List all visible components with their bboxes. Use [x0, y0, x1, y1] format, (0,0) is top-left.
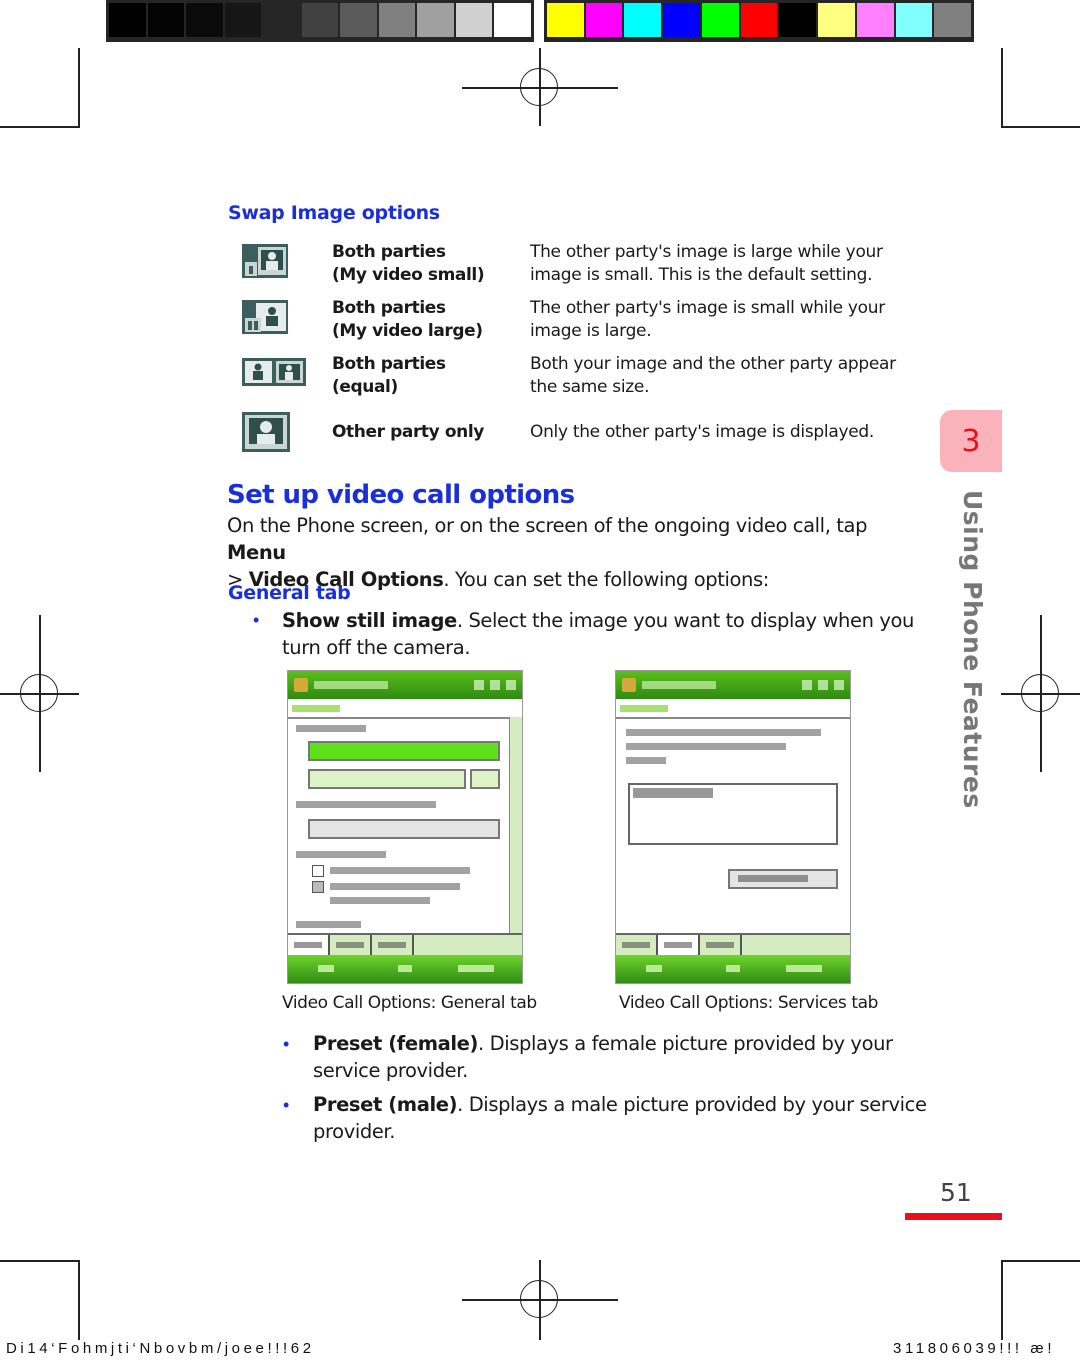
option-name-detail: (My video large) — [332, 321, 483, 341]
section-intro: On the Phone screen, or on the screen of… — [227, 514, 868, 591]
grayscale-swatch — [301, 3, 339, 37]
bullet-dot: • — [253, 610, 260, 630]
process-swatch — [779, 3, 817, 37]
tab-services[interactable] — [330, 935, 372, 955]
grayscale-swatch — [494, 3, 532, 37]
option-name: Both parties — [332, 242, 446, 262]
option-name: Other party only — [332, 422, 484, 442]
grayscale-swatch — [224, 3, 262, 37]
windows-logo-icon — [622, 678, 636, 692]
chapter-number-tab: 3 — [940, 410, 1002, 472]
crop-mark-top-right-h — [1001, 126, 1080, 128]
volume-icon — [818, 680, 828, 690]
windows-logo-icon — [294, 678, 308, 692]
equal-size-icon — [242, 358, 306, 386]
ok-icon — [506, 680, 516, 690]
tab-about[interactable] — [700, 935, 742, 955]
bullet-dot: • — [283, 1034, 290, 1054]
page-number-rule — [905, 1213, 1002, 1220]
process-swatch — [547, 3, 584, 37]
process-swatch — [856, 3, 894, 37]
page-number: 51 — [940, 1178, 972, 1207]
option-desc: Both your image and the other party appe… — [530, 354, 896, 374]
caption-services-tab: Video Call Options: Services tab — [619, 993, 879, 1013]
ok-icon — [834, 680, 844, 690]
swap-image-heading: Swap Image options — [228, 202, 440, 224]
signal-icon — [474, 680, 484, 690]
tab-general[interactable] — [288, 935, 330, 955]
option-desc: The other party's image is small while y… — [530, 298, 885, 318]
my-video-small-icon — [242, 244, 288, 278]
grayscale-swatch — [455, 3, 493, 37]
slug-left: Di14‘Fohmjti‘Nbovbm/joee!!!62 — [6, 1340, 315, 1357]
option-name: Both parties — [332, 354, 446, 374]
volume-icon — [490, 680, 500, 690]
grayscale-swatch — [378, 3, 416, 37]
tab-general[interactable] — [616, 935, 658, 955]
grayscale-swatch — [417, 3, 454, 37]
crop-mark-bottom-right-v — [1001, 1260, 1003, 1340]
grayscale-swatch — [186, 3, 223, 37]
process-swatch — [585, 3, 623, 37]
process-swatch — [818, 3, 855, 37]
menu-ref: Menu — [227, 541, 286, 564]
crop-mark-bottom-left-h — [0, 1260, 79, 1262]
still-image-dropdown[interactable] — [308, 741, 500, 761]
option-desc-cont: image is large. — [530, 321, 652, 341]
crop-mark-top-left-h — [0, 126, 79, 128]
services-list[interactable] — [628, 783, 838, 845]
screenshot-services-tab — [615, 670, 851, 984]
process-swatch — [740, 3, 778, 37]
process-swatch — [624, 3, 662, 37]
chapter-title: Using Phone Features — [958, 490, 987, 809]
crop-mark-bottom-left-v — [78, 1260, 80, 1340]
crop-mark-top-right-v — [1001, 48, 1003, 128]
option-name: Both parties — [332, 298, 446, 318]
process-swatch — [934, 3, 972, 37]
tab-about[interactable] — [372, 935, 414, 955]
grayscale-swatch — [263, 3, 300, 37]
my-video-large-icon — [242, 300, 288, 334]
bullet-dot: • — [283, 1095, 290, 1115]
option-name-detail: (equal) — [332, 377, 398, 397]
get-settings-button[interactable] — [728, 869, 838, 889]
grayscale-swatch — [109, 3, 146, 37]
general-tab-heading: General tab — [228, 582, 351, 604]
slug-right: 311806039!!! æ! — [893, 1340, 1056, 1357]
process-swatch — [701, 3, 739, 37]
section-title: Set up video call options — [227, 480, 575, 510]
caption-general-tab: Video Call Options: General tab — [282, 993, 537, 1013]
option-desc: The other party's image is large while y… — [530, 242, 883, 262]
grayscale-swatch — [147, 3, 185, 37]
process-swatch — [663, 3, 700, 37]
option-desc-cont: image is small. This is the default sett… — [530, 265, 873, 285]
process-color-bar — [544, 0, 974, 42]
tab-services[interactable] — [658, 935, 700, 955]
grayscale-color-bar — [106, 0, 534, 42]
signal-icon — [802, 680, 812, 690]
grayscale-swatch — [340, 3, 377, 37]
process-swatch — [895, 3, 933, 37]
crop-mark-bottom-right-h — [1001, 1260, 1080, 1262]
option-desc: Only the other party's image is displaye… — [530, 422, 874, 442]
option-desc-cont: the same size. — [530, 377, 650, 397]
scrollbar[interactable] — [509, 717, 522, 939]
crop-mark-top-left-v — [78, 48, 80, 128]
option-name-detail: (My video small) — [332, 265, 485, 285]
other-party-only-icon — [242, 412, 290, 452]
screenshot-general-tab — [287, 670, 523, 984]
